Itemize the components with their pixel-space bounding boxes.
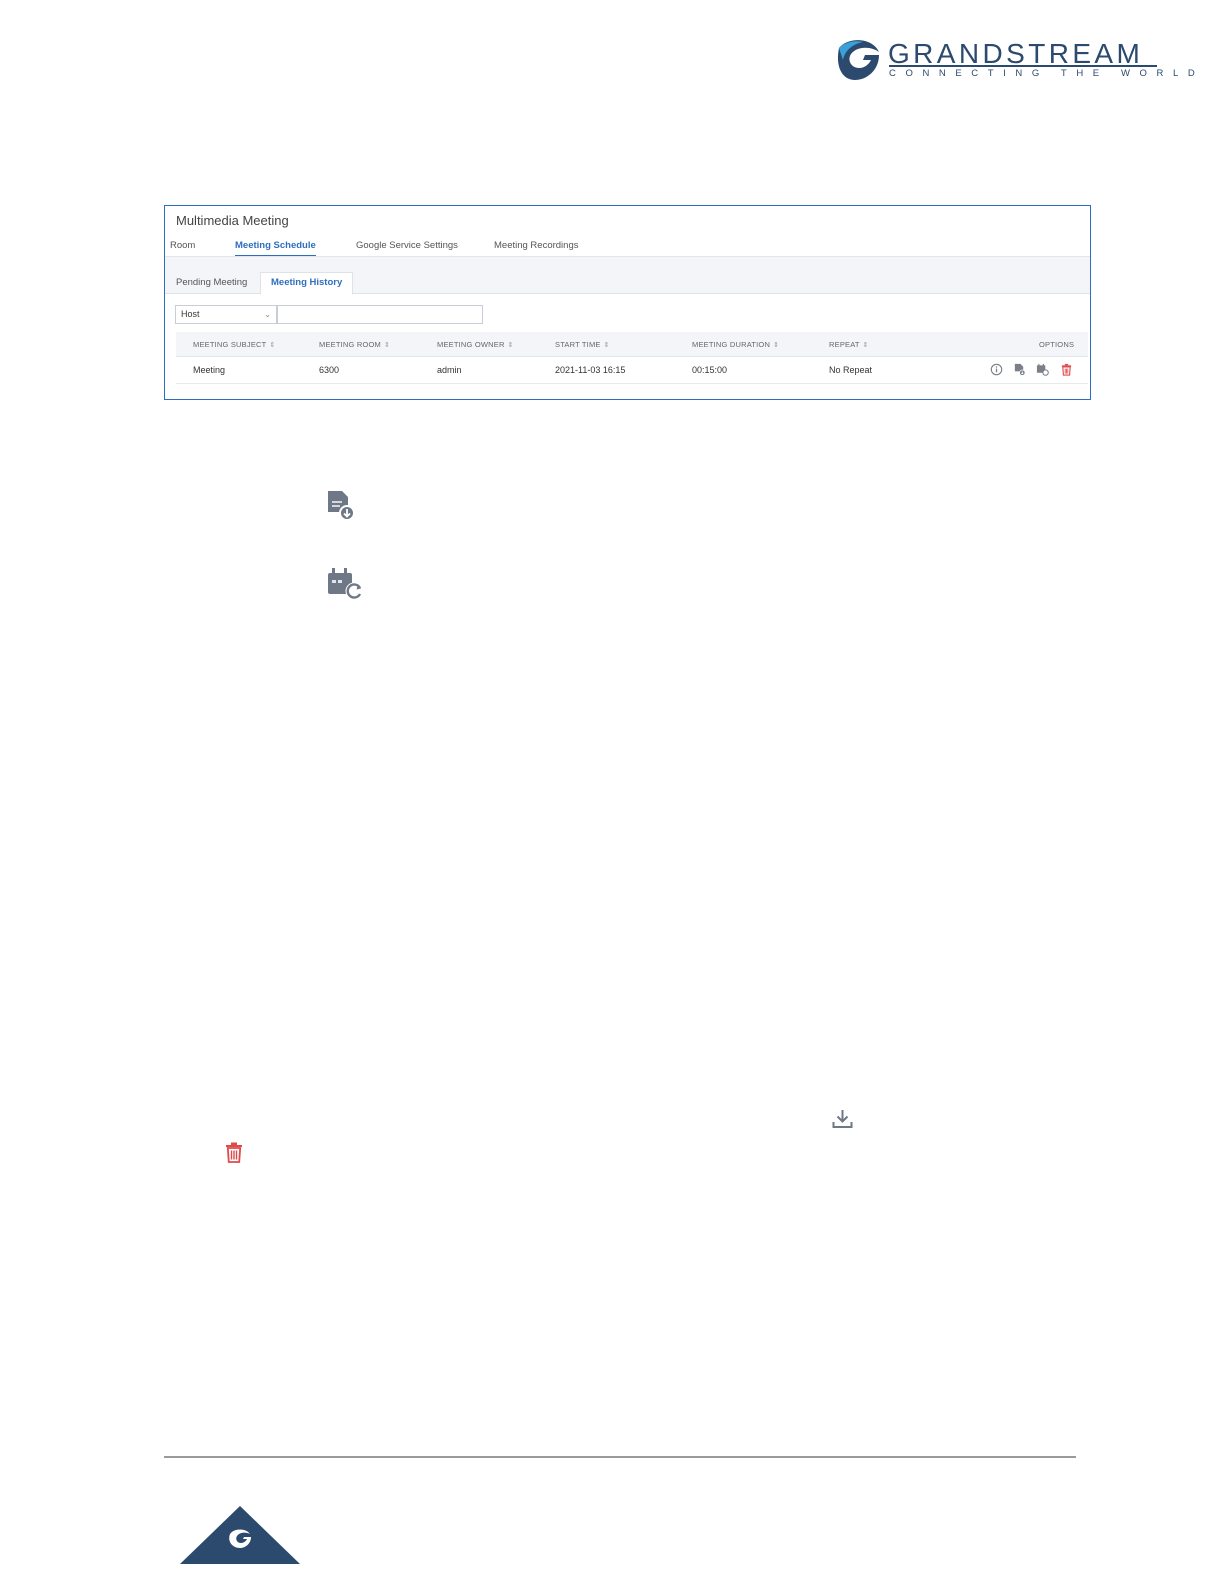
delete-icon[interactable]: [1060, 363, 1073, 376]
download-icon: [832, 1110, 853, 1128]
sort-icon: ⇕: [507, 342, 514, 349]
cell-repeat: No Repeat: [829, 365, 873, 375]
sort-icon: ⇕: [269, 342, 276, 349]
cell-start-time: 2021-11-03 16:15: [555, 365, 626, 375]
column-header-start-time[interactable]: START TIME ⇕: [555, 340, 610, 349]
cell-subject: Meeting: [193, 365, 226, 375]
sort-icon: ⇕: [773, 342, 780, 349]
tab-meeting-history[interactable]: Meeting History: [260, 272, 354, 295]
tab-pending-meeting[interactable]: Pending Meeting: [166, 273, 257, 293]
grandstream-footer-badge-icon: [180, 1506, 300, 1564]
column-header-subject[interactable]: MEETING SUBJECT ⇕: [193, 340, 276, 349]
sort-icon: ⇕: [383, 342, 391, 349]
cell-room: 6300: [319, 365, 340, 375]
brand-rule: [889, 65, 1157, 67]
tab-google-service-settings[interactable]: Google Service Settings: [356, 240, 458, 255]
report-download-icon: [328, 491, 355, 521]
table-header: MEETING SUBJECT ⇕ MEETING ROOM ⇕ MEETING O…: [176, 332, 1088, 357]
filter-search-input[interactable]: [277, 305, 483, 324]
column-header-options: OPTIONS: [1039, 340, 1075, 349]
tab-room[interactable]: Room: [170, 240, 195, 255]
panel-title: Multimedia Meeting: [176, 213, 289, 228]
filter-type-select[interactable]: Host ⌄: [175, 305, 277, 324]
grandstream-logo: GRANDSTREAM CONNECTING THE WORLD: [835, 38, 1195, 84]
cell-owner: admin: [437, 365, 462, 375]
delete-icon: [226, 1142, 242, 1163]
sort-icon: ⇕: [603, 342, 610, 349]
grandstream-mark-icon: [837, 40, 879, 80]
sort-icon: ⇕: [862, 342, 869, 349]
tab-meeting-schedule[interactable]: Meeting Schedule: [235, 240, 316, 257]
column-header-repeat[interactable]: REPEAT ⇕: [829, 340, 869, 349]
brand-tagline: CONNECTING THE WORLD: [889, 68, 1205, 79]
filter-type-value: Host: [181, 309, 200, 319]
column-header-duration[interactable]: MEETING DURATION ⇕: [692, 340, 779, 349]
tab-meeting-recordings[interactable]: Meeting Recordings: [494, 240, 579, 255]
report-download-icon[interactable]: [1013, 363, 1026, 376]
multimedia-meeting-panel: Multimedia Meeting Room Meeting Schedule…: [164, 205, 1091, 400]
cell-duration: 00:15:00: [692, 365, 728, 375]
footer-divider: [164, 1456, 1076, 1458]
column-header-room[interactable]: MEETING ROOM ⇕: [319, 340, 390, 349]
reschedule-icon[interactable]: [1036, 363, 1049, 376]
chevron-down-icon: ⌄: [264, 310, 271, 319]
info-icon[interactable]: [990, 363, 1003, 376]
sub-tab-bar: Pending Meeting Meeting History: [165, 256, 1090, 295]
table-row: Meeting 6300 admin 2021-11-03 16:15 00:1…: [176, 357, 1088, 384]
reschedule-icon: [328, 568, 363, 600]
column-header-owner[interactable]: MEETING OWNER ⇕: [437, 340, 514, 349]
